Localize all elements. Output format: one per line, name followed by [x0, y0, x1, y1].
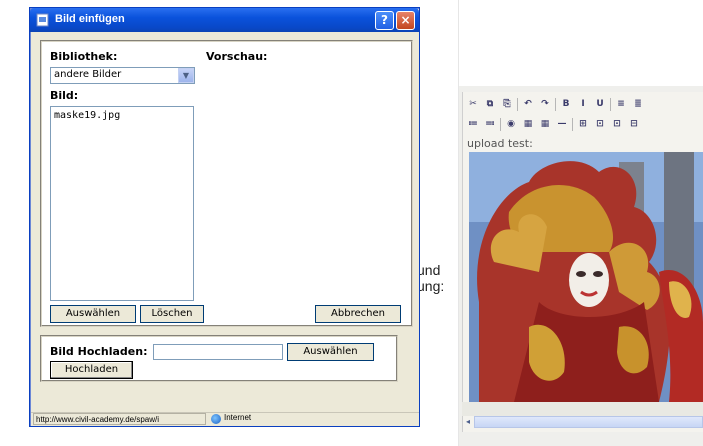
image-preview-area: [206, 66, 401, 296]
ordered-list-icon[interactable]: ≔: [466, 117, 480, 131]
page-text-fragment: und: [417, 262, 441, 278]
underline-icon[interactable]: U: [593, 97, 607, 111]
bold-icon[interactable]: B: [559, 97, 573, 111]
image-properties-icon[interactable]: ▦: [538, 117, 552, 131]
status-url: http://www.civil-academy.de/spaw/i: [33, 413, 206, 425]
upload-button[interactable]: Hochladen: [50, 361, 133, 379]
cancel-button[interactable]: Abbrechen: [315, 305, 401, 323]
upload-label: Bild Hochladen:: [50, 345, 148, 358]
table-icon[interactable]: ⊞: [576, 117, 590, 131]
cut-icon[interactable]: ✂: [466, 97, 480, 111]
carnival-mask-image[interactable]: [469, 152, 703, 402]
document-icon: [36, 13, 49, 27]
table-properties-icon[interactable]: ⊡: [593, 117, 607, 131]
upload-file-field[interactable]: [153, 344, 283, 360]
list-item[interactable]: maske19.jpg: [54, 110, 120, 121]
browse-button[interactable]: Auswählen: [287, 343, 374, 361]
carnival-mask-photo-icon: [469, 152, 703, 402]
table-cell-icon[interactable]: ⊡: [610, 117, 624, 131]
close-button[interactable]: ×: [396, 11, 415, 30]
security-zone: Internet: [224, 413, 252, 422]
paste-icon[interactable]: ⎘: [500, 97, 514, 111]
library-select[interactable]: andere Bilder: [50, 67, 195, 84]
dialog-title: Bild einfügen: [55, 13, 125, 25]
image-insert-icon[interactable]: ▦: [521, 117, 535, 131]
unordered-list-icon[interactable]: ≕: [483, 117, 497, 131]
toolbar-separator: [517, 97, 518, 111]
delete-image-button[interactable]: Löschen: [140, 305, 204, 323]
image-label: Bild:: [50, 89, 79, 102]
align-center-icon[interactable]: ≣: [631, 97, 645, 111]
editor-bottom-bar: [462, 402, 703, 416]
preview-label: Vorschau:: [206, 50, 268, 63]
chevron-down-icon[interactable]: ▼: [178, 68, 194, 83]
scroll-left-arrow-icon[interactable]: ◂: [462, 416, 474, 428]
editor-toolbar-row-1: ✂ ⧉ ⎘ ↶ ↷ B I U ≡ ≣: [466, 96, 645, 112]
link-icon[interactable]: ◉: [504, 117, 518, 131]
align-left-icon[interactable]: ≡: [614, 97, 628, 111]
image-file-list[interactable]: [50, 106, 194, 301]
editor-toolbar-row-2: ≔ ≕ ◉ ▦ ▦ — ⊞ ⊡ ⊡ ⊟: [466, 116, 641, 132]
editor-content-label: upload test:: [467, 137, 533, 150]
toolbar-separator: [500, 117, 501, 131]
table-row-icon[interactable]: ⊟: [627, 117, 641, 131]
select-image-button[interactable]: Auswählen: [50, 305, 136, 323]
toolbar-separator: [610, 97, 611, 111]
horizontal-rule-icon[interactable]: —: [555, 117, 569, 131]
page-text-fragment: ung:: [417, 278, 445, 294]
italic-icon[interactable]: I: [576, 97, 590, 111]
library-label: Bibliothek:: [50, 50, 118, 63]
globe-icon: [211, 414, 221, 424]
undo-icon[interactable]: ↶: [521, 97, 535, 111]
page-top-area: [459, 0, 703, 86]
toolbar-separator: [572, 117, 573, 131]
copy-icon[interactable]: ⧉: [483, 97, 497, 111]
horizontal-scrollbar[interactable]: [474, 416, 703, 428]
help-button[interactable]: ?: [375, 11, 394, 30]
toolbar-separator: [555, 97, 556, 111]
redo-icon[interactable]: ↷: [538, 97, 552, 111]
